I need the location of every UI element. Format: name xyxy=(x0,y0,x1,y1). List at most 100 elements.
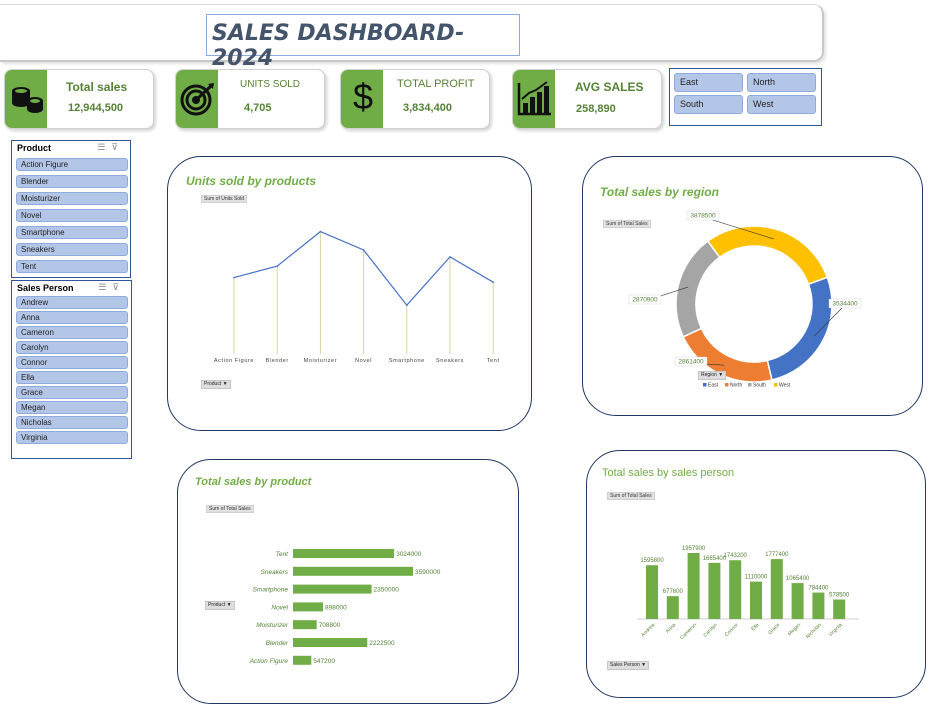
product-item-sneakers[interactable]: Sneakers xyxy=(16,243,128,256)
product-item-blender[interactable]: Blender xyxy=(16,175,128,188)
person-item-connor[interactable]: Connor xyxy=(16,356,128,369)
data-label: 1957900 xyxy=(682,546,706,552)
svg-text:$: $ xyxy=(353,77,373,117)
kpi-label: TOTAL PROFIT xyxy=(397,78,475,90)
data-label: 2870900 xyxy=(632,297,658,304)
region-east-button[interactable]: East xyxy=(674,73,743,92)
clear-filter-icon[interactable]: ⊽ xyxy=(111,142,124,152)
data-label: 3590000 xyxy=(415,569,441,576)
x-tick-label: Anna xyxy=(665,622,678,635)
bar xyxy=(729,560,742,619)
page-title: SALES DASHBOARD- 2024 xyxy=(206,14,520,71)
bar xyxy=(833,599,846,619)
product-item-novel[interactable]: Novel xyxy=(16,209,128,222)
data-label: 3024000 xyxy=(396,551,422,558)
product-item-tent[interactable]: Tent xyxy=(16,260,128,273)
data-point xyxy=(449,256,451,258)
person-chart-panel: Total sales by sales person Sum of Total… xyxy=(586,450,926,698)
legend-label: North xyxy=(730,383,742,389)
data-label: 1777400 xyxy=(765,552,789,558)
kpi-avg-sales: AVG SALES 258,890 xyxy=(512,69,662,129)
legend-label: South xyxy=(753,383,766,389)
product-item-action-figure[interactable]: Action Figure xyxy=(16,158,128,171)
data-point xyxy=(233,276,235,279)
slicer-controls: ☰⊽ xyxy=(97,142,124,153)
y-tick-label: Action Figure xyxy=(249,658,289,665)
x-tick-label: Connor xyxy=(724,622,740,638)
data-label: 784400 xyxy=(808,586,829,592)
kpi-label: UNITS SOLD xyxy=(240,79,301,90)
data-label: 677600 xyxy=(663,589,684,595)
bar xyxy=(293,566,413,576)
data-label: 2350000 xyxy=(374,587,400,594)
kpi-total-sales: Total sales 12,944,500 xyxy=(4,69,154,129)
person-item-ella[interactable]: Ella xyxy=(16,371,128,384)
person-item-anna[interactable]: Anna xyxy=(16,311,128,324)
person-item-megan[interactable]: Megan xyxy=(16,401,128,414)
bar-growth-icon xyxy=(513,70,555,128)
bar xyxy=(293,584,372,594)
x-tick-label: Novel xyxy=(355,358,372,364)
bar xyxy=(750,581,762,619)
bar xyxy=(812,592,825,619)
product-item-smartphone[interactable]: Smartphone xyxy=(16,226,128,239)
units-chart-panel: Units sold by products Sum of Units Sold… xyxy=(167,156,532,431)
multi-select-icon[interactable]: ☰ xyxy=(98,282,112,292)
bar xyxy=(293,549,395,558)
product-filter-dropdown[interactable]: Product ▼ xyxy=(205,601,235,610)
bar xyxy=(293,655,312,665)
data-point xyxy=(492,281,495,283)
person-item-andrew[interactable]: Andrew xyxy=(16,296,128,309)
person-item-nicholas[interactable]: Nicholas xyxy=(16,416,128,429)
x-tick-label: Moisturizer xyxy=(304,358,338,364)
data-label: 3534400 xyxy=(832,301,858,308)
region-south-button[interactable]: South xyxy=(674,95,743,114)
y-tick-label: Smartphone xyxy=(253,587,289,594)
kpi-value: 3,834,400 xyxy=(403,102,452,114)
kpi-label: Total sales xyxy=(66,80,128,94)
person-item-carolyn[interactable]: Carolyn xyxy=(16,341,128,354)
data-label: 1110000 xyxy=(745,575,768,581)
clear-filter-icon[interactable]: ⊽ xyxy=(112,282,125,292)
data-point xyxy=(406,304,408,306)
data-label: 1065400 xyxy=(786,576,810,582)
x-tick-label: Tent xyxy=(487,358,500,364)
x-tick-label: Carolyn xyxy=(702,622,719,639)
region-filter-dropdown[interactable]: Region ▼ xyxy=(698,371,727,380)
x-tick-label: Sneakers xyxy=(436,358,464,364)
legend-label: West xyxy=(779,383,791,389)
x-tick-label: Nicholas xyxy=(805,622,823,640)
legend-label: East xyxy=(708,383,719,389)
bar xyxy=(666,596,679,619)
region-north-button[interactable]: North xyxy=(747,73,816,92)
bar xyxy=(708,562,721,619)
bar xyxy=(293,620,317,630)
kpi-label: AVG SALES xyxy=(575,80,644,94)
x-tick-label: Cameron xyxy=(679,622,698,641)
region-west-button[interactable]: West xyxy=(747,95,816,114)
x-tick-label: Action Figure xyxy=(214,358,254,364)
person-item-cameron[interactable]: Cameron xyxy=(16,326,128,339)
multi-select-icon[interactable]: ☰ xyxy=(97,142,111,152)
slicer-title: Sales Person xyxy=(17,283,74,293)
data-point xyxy=(362,249,365,251)
donut-slice xyxy=(706,225,829,286)
product-filter-dropdown[interactable]: Product ▼ xyxy=(201,380,231,389)
y-tick-label: Novel xyxy=(271,604,288,611)
x-tick-label: Blender xyxy=(266,358,289,364)
data-label: 708800 xyxy=(319,622,341,629)
bar xyxy=(791,583,804,619)
data-label: 547200 xyxy=(313,658,335,665)
person-item-virginia[interactable]: Virginia xyxy=(16,431,128,444)
salesperson-filter-dropdown[interactable]: Sales Person ▼ xyxy=(607,661,650,670)
coins-icon xyxy=(5,70,47,128)
data-label: 578500 xyxy=(829,592,850,598)
y-tick-label: Moisturizer xyxy=(256,622,289,629)
bar xyxy=(293,602,324,612)
product-item-moisturizer[interactable]: Moisturizer xyxy=(16,192,128,205)
kpi-total-profit: $ TOTAL PROFIT 3,834,400 xyxy=(340,69,490,129)
legend-swatch xyxy=(748,383,752,387)
person-item-grace[interactable]: Grace xyxy=(16,386,128,399)
y-tick-label: Tent xyxy=(276,551,290,558)
legend-swatch xyxy=(725,383,729,387)
